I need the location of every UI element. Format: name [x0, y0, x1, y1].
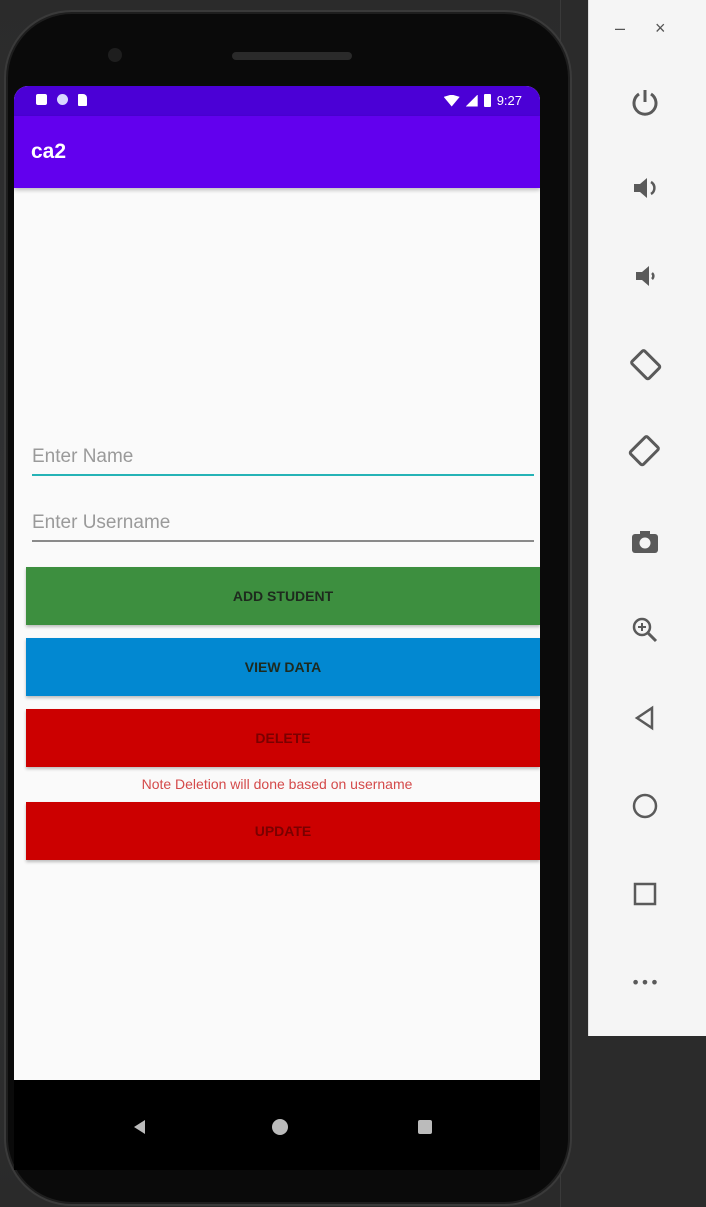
delete-button[interactable]: DELETE: [26, 709, 540, 767]
home-icon[interactable]: [625, 786, 665, 826]
minimize-button[interactable]: –: [615, 18, 625, 39]
name-placeholder: Enter Name: [32, 446, 134, 467]
phone-screen: 9:27 ca2 Enter Name Enter Username ADD S…: [14, 86, 540, 1136]
add-student-button[interactable]: ADD STUDENT: [26, 567, 540, 625]
signal-icon: [465, 94, 478, 107]
nav-home-icon[interactable]: [272, 1119, 288, 1135]
zoom-icon[interactable]: [625, 610, 665, 650]
nav-recents-icon[interactable]: [418, 1120, 432, 1134]
camera-icon[interactable]: [625, 522, 665, 562]
rotate-left-icon[interactable]: [625, 344, 665, 384]
username-placeholder: Enter Username: [32, 512, 171, 533]
status-notifications: [36, 94, 87, 106]
wifi-icon: [443, 94, 460, 107]
front-camera: [108, 48, 122, 62]
battery-icon: [483, 94, 491, 107]
update-label: UPDATE: [254, 823, 312, 839]
notification-icon: [36, 94, 47, 105]
app-title: ca2: [31, 140, 67, 163]
emulator-side-panel: – × •••: [588, 0, 706, 1036]
update-button[interactable]: UPDATE: [26, 802, 540, 860]
more-icon[interactable]: •••: [625, 962, 665, 1002]
android-nav-bar: [14, 1080, 540, 1170]
sync-icon: [57, 94, 68, 105]
status-system-icons: 9:27: [443, 93, 522, 108]
delete-label: DELETE: [255, 730, 311, 746]
volume-down-icon[interactable]: [625, 256, 665, 296]
volume-up-icon[interactable]: [625, 168, 665, 208]
power-icon[interactable]: [625, 82, 665, 122]
view-data-button[interactable]: VIEW DATA: [26, 638, 540, 696]
more-label: •••: [630, 972, 660, 992]
sim-card-icon: [78, 94, 87, 106]
speaker-grille: [232, 52, 352, 60]
overview-icon[interactable]: [625, 874, 665, 914]
close-button[interactable]: ×: [655, 18, 666, 39]
ide-bottom-area: [588, 1036, 706, 1207]
username-input[interactable]: Enter Username: [32, 512, 534, 542]
window-controls: – ×: [615, 18, 666, 39]
name-input[interactable]: Enter Name: [32, 446, 534, 476]
add-student-label: ADD STUDENT: [232, 588, 334, 604]
app-bar: ca2: [14, 116, 540, 188]
view-data-label: VIEW DATA: [244, 659, 322, 675]
rotate-right-icon[interactable]: [625, 430, 665, 470]
nav-back-icon[interactable]: [134, 1120, 145, 1134]
status-bar: 9:27: [14, 86, 540, 116]
back-icon[interactable]: [625, 698, 665, 738]
status-time: 9:27: [496, 93, 522, 108]
deletion-note: Note Deletion will done based on usernam…: [141, 776, 413, 792]
